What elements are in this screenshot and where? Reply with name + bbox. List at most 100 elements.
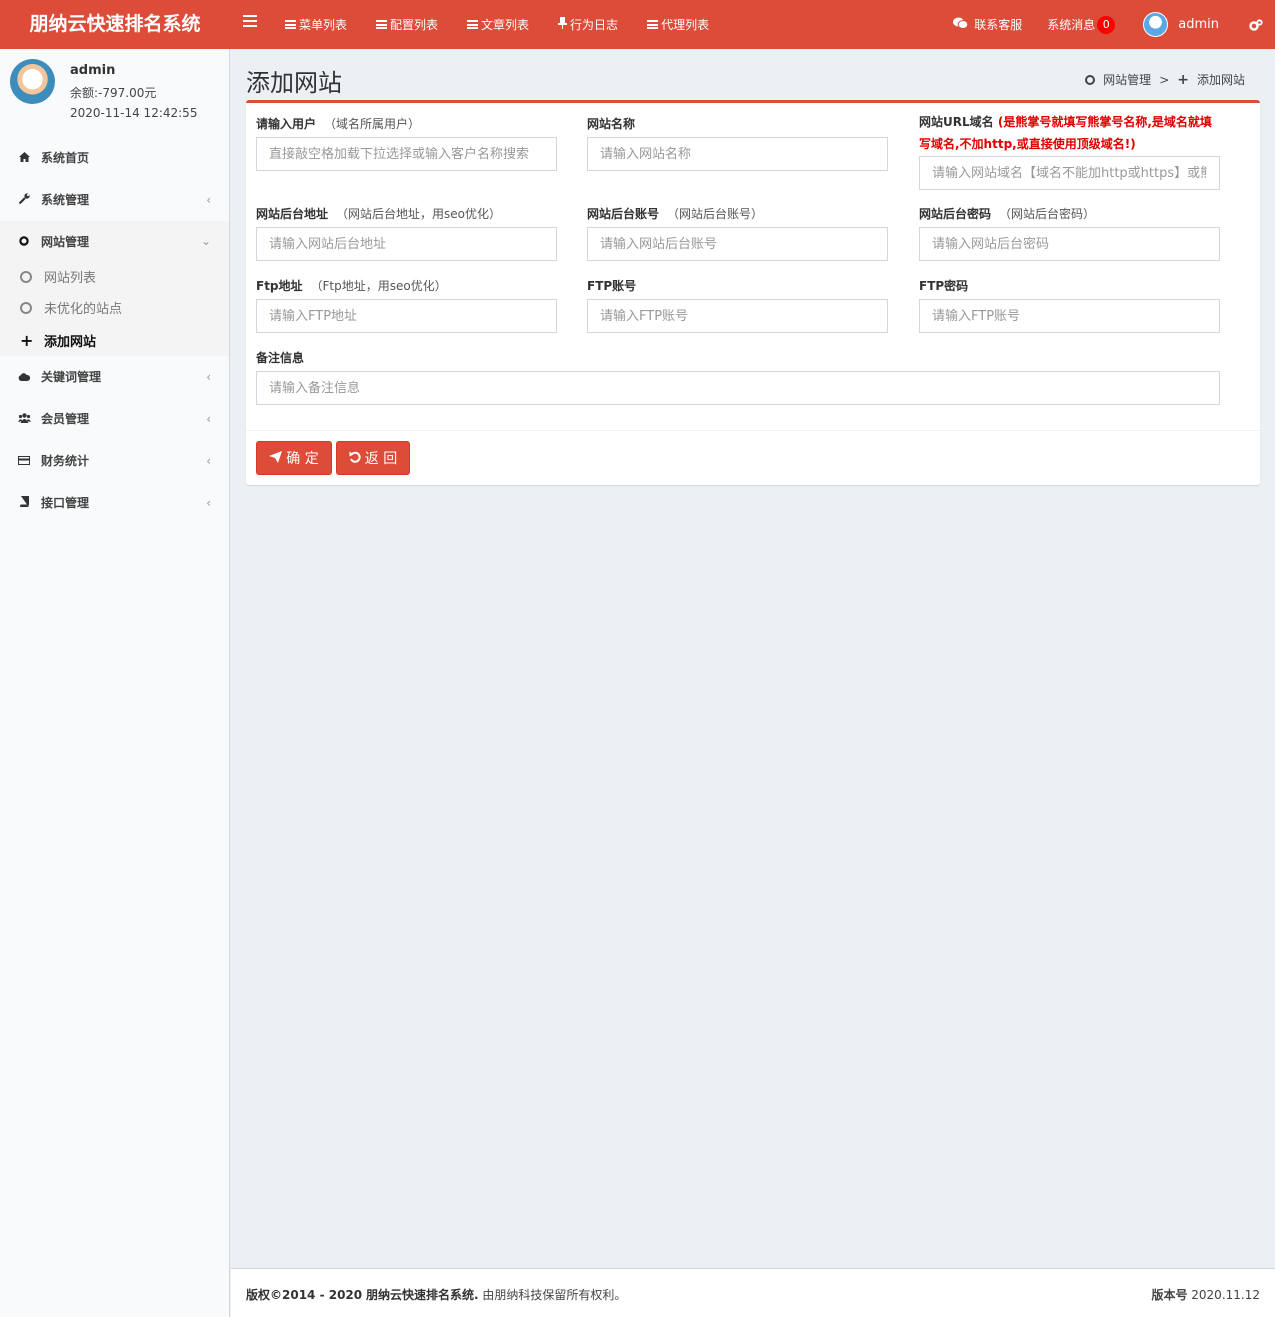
copyright-company-link[interactable]: 朋纳云快速排名系统. [366,1288,479,1302]
admin-url-label: 网站后台地址 （网站后台地址，用seo优化） [256,207,501,221]
breadcrumb: 网站管理 > + 添加网站 [1085,71,1245,88]
ftp-account-field: FTP账号 [587,277,888,333]
submenu-item-unoptimized[interactable]: 未优化的站点 [0,294,229,325]
site-url-label: 网站URL域名 (是熊掌号就填写熊掌号名称,是域名就填写域名,不加http,或直… [919,115,1212,151]
sidebar-item-members[interactable]: 会员管理 ‹ [0,398,229,440]
plus-icon: + [1177,71,1189,88]
breadcrumb-current: 添加网站 [1196,73,1245,87]
sidebar-item-label: 接口管理 [41,496,90,510]
user-input[interactable] [256,137,557,171]
sidebar-item-label: 网站管理 [41,235,90,249]
sidebar-item-system[interactable]: 系统管理 ‹ [0,179,229,221]
remark-field: 备注信息 [256,349,1220,405]
submenu-item-site-list[interactable]: 网站列表 [0,263,229,294]
cloud-icon [18,357,31,399]
nav-article-list[interactable]: 文章列表 [467,0,529,49]
version-label: 版本号 [1151,1288,1188,1302]
website-submenu: 网站列表 未优化的站点 + 添加网站 [0,263,229,356]
wrench-icon [18,180,30,222]
remark-input[interactable] [256,371,1220,405]
site-url-field: 网站URL域名 (是熊掌号就填写熊掌号名称,是域名就填写域名,不加http,或直… [919,115,1220,190]
system-messages-link[interactable]: 系统消息 0 [1047,15,1116,34]
sidebar-item-label: 财务统计 [41,454,90,468]
ftp-address-label: Ftp地址 （Ftp地址，用seo优化） [256,279,447,293]
wechat-icon [953,17,969,32]
chevron-left-icon: ‹ [206,412,211,426]
user-panel-name: admin [70,63,116,78]
header-right: 联系客服 系统消息 0 admin [953,0,1275,49]
ftp-account-label: FTP账号 [587,279,637,293]
ftp-address-input[interactable] [256,299,557,333]
sidebar-item-website[interactable]: 网站管理 ⌄ [0,221,229,263]
nav-config-list-label: 配置列表 [390,18,439,32]
nav-menu-list[interactable]: 菜单列表 [285,0,347,49]
settings-gears-icon[interactable] [1249,18,1263,31]
chevron-down-icon: ⌄ [200,234,211,248]
contact-support-label: 联系客服 [974,18,1023,32]
site-name-label: 网站名称 [587,117,636,131]
chevron-left-icon: ‹ [206,454,211,468]
message-count-badge: 0 [1097,15,1116,34]
sidebar-item-keywords[interactable]: 关键词管理 ‹ [0,356,229,398]
circle-icon [1085,74,1096,85]
admin-url-input[interactable] [256,227,557,261]
admin-account-input[interactable] [587,227,888,261]
home-icon [18,138,30,180]
sidebar-item-finance[interactable]: 财务统计 ‹ [0,440,229,482]
sidebar-item-label: 会员管理 [41,412,90,426]
ftp-password-input[interactable] [919,299,1220,333]
site-name-input[interactable] [587,137,888,171]
circle-outline-icon [20,271,32,283]
submit-button-label: 确 定 [286,451,319,467]
sidebar-menu-rest: 关键词管理 ‹ 会员管理 ‹ 财务统计 ‹ 接口管理 ‹ [0,356,229,524]
top-navbar: 朋纳云快速排名系统 菜单列表 配置列表 文章列表 行为日志 代理列表 联系客服 … [0,0,1275,49]
version-number: 2020.11.12 [1191,1288,1260,1302]
chevron-left-icon: ‹ [206,370,211,384]
site-url-input[interactable] [919,156,1220,190]
ftp-password-label: FTP密码 [919,279,969,293]
chevron-left-icon: ‹ [206,193,211,207]
submit-button[interactable]: 确 定 [256,441,332,475]
submenu-item-label: 添加网站 [44,335,97,350]
nav-behavior-log-label: 行为日志 [570,18,619,32]
back-button-label: 返 回 [364,451,398,467]
user-field: 请输入用户 （域名所属用户） [256,115,557,171]
avatar [1143,12,1169,37]
nav-behavior-log[interactable]: 行为日志 [558,0,618,49]
list-icon [467,20,479,29]
admin-password-input[interactable] [919,227,1220,261]
back-button[interactable]: 返 回 [336,441,410,475]
sidebar-item-home[interactable]: 系统首页 [0,137,229,179]
site-name-field: 网站名称 [587,115,888,171]
copyright-rights: 由朋纳科技保留所有权利。 [482,1288,627,1302]
contact-support-link[interactable]: 联系客服 [953,16,1022,33]
user-panel-balance: 余额:-797.00元 [70,86,157,100]
admin-url-field: 网站后台地址 （网站后台地址，用seo优化） [256,205,557,261]
copyright-years: 版权©2014 - 2020 [246,1288,363,1302]
copyright: 版权©2014 - 2020 朋纳云快速排名系统. 由朋纳科技保留所有权利。 [246,1286,626,1303]
submenu-item-add-site[interactable]: + 添加网站 [0,325,229,356]
sidebar-menu: 系统首页 系统管理 ‹ 网站管理 ⌄ [0,137,229,263]
nav-config-list[interactable]: 配置列表 [376,0,438,49]
submenu-item-label: 未优化的站点 [44,302,123,317]
ftp-address-field: Ftp地址 （Ftp地址，用seo优化） [256,277,557,333]
nav-agent-list-label: 代理列表 [661,18,710,32]
user-menu[interactable]: admin [1143,12,1219,37]
sidebar-toggle-icon[interactable] [243,15,257,31]
add-site-form: 请输入用户（域名所属用户） 网站名称 网站URL域名 (是熊掌号就填写熊掌号名称… [246,100,1260,485]
ftp-account-input[interactable] [587,299,888,333]
sidebar-item-label: 系统管理 [41,193,90,207]
user-field-label: 请输入用户 （域名所属用户） [256,117,421,131]
plus-icon: + [20,331,34,350]
list-icon [285,20,296,29]
breadcrumb-parent-link[interactable]: 网站管理 [1103,71,1151,88]
app-logo-title[interactable]: 朋纳云快速排名系统 [0,0,230,49]
version-info: 版本号 2020.11.12 [1151,1286,1260,1303]
book-icon [18,483,30,525]
sidebar-item-label: 系统首页 [41,151,90,165]
sidebar-item-api[interactable]: 接口管理 ‹ [0,482,229,524]
chevron-left-icon: ‹ [206,496,211,510]
nav-agent-list[interactable]: 代理列表 [647,0,709,49]
user-menu-name: admin [1178,17,1219,32]
users-icon [18,399,31,441]
